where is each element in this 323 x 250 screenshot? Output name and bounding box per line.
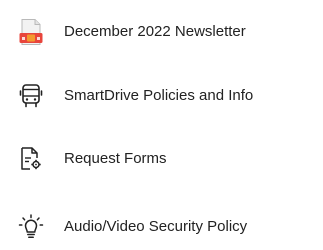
nav-item-label: SmartDrive Policies and Info [64,87,254,104]
form-settings-icon [17,145,45,173]
nav-list: December 2022 Newsletter SmartDrive Poli… [0,0,323,250]
nav-item-request-forms[interactable]: Request Forms [0,139,323,179]
nav-item-smartdrive-policies-and-info[interactable]: SmartDrive Policies and Info [0,76,323,116]
bus-icon [17,82,45,110]
lightbulb-icon [17,213,45,241]
nav-item-label: Request Forms [64,150,167,167]
nav-item-december-2022-newsletter[interactable]: December 2022 Newsletter [0,12,323,52]
newsletter-document-icon [17,18,45,46]
nav-item-audio-video-security-policy[interactable]: Audio/Video Security Policy [0,207,323,247]
nav-item-label: Audio/Video Security Policy [64,218,248,235]
nav-item-label: December 2022 Newsletter [64,23,246,40]
